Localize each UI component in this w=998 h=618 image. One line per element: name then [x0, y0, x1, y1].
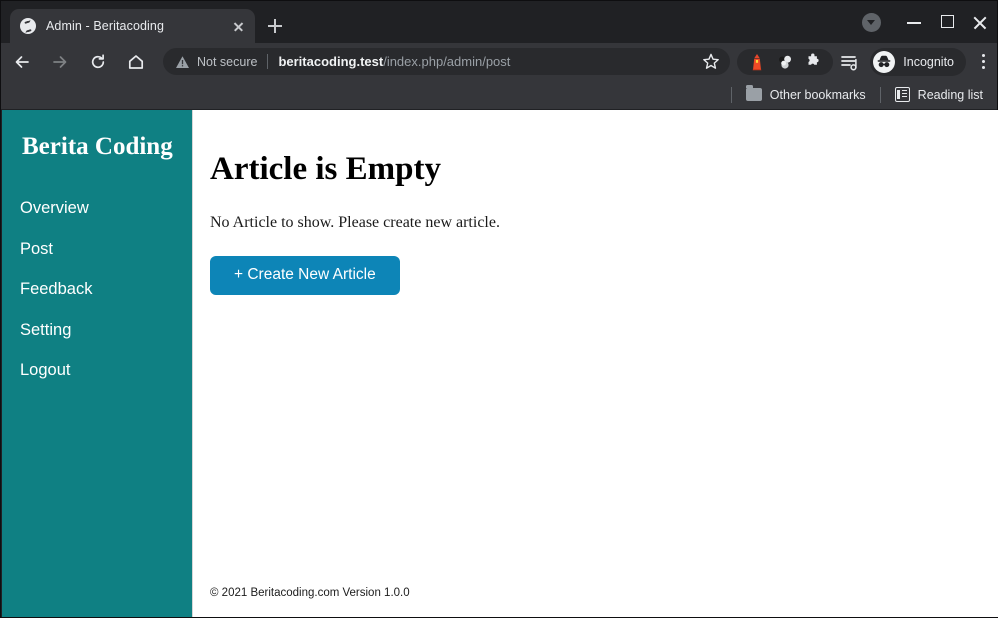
empty-state-message: No Article to show. Please create new ar…	[193, 187, 998, 232]
url-host: beritacoding.test	[278, 54, 383, 69]
url-path: /index.php/admin/post	[383, 54, 510, 69]
tab-title: Admin - Beritacoding	[46, 19, 229, 33]
back-arrow-icon[interactable]	[5, 45, 39, 79]
globe-favicon	[20, 18, 36, 34]
sidebar-item-setting[interactable]: Setting	[2, 310, 192, 351]
home-icon[interactable]	[119, 45, 153, 79]
reading-list-button[interactable]: Reading list	[889, 85, 989, 104]
url-text: beritacoding.test/index.php/admin/post	[278, 54, 698, 69]
main-content: Article is Empty No Article to show. Ple…	[192, 110, 998, 617]
browser-tab[interactable]: Admin - Beritacoding	[10, 9, 255, 43]
reload-icon[interactable]	[81, 45, 115, 79]
browser-toolbar: Not secure beritacoding.test/index.php/a…	[1, 43, 997, 80]
incognito-profile-button[interactable]: Incognito	[870, 48, 966, 76]
incognito-icon	[873, 51, 895, 73]
sidebar-item-overview[interactable]: Overview	[2, 188, 192, 229]
kebab-menu-icon[interactable]	[969, 48, 997, 76]
bookmark-star-icon[interactable]	[698, 49, 724, 75]
new-tab-button[interactable]	[263, 14, 287, 38]
bookmarks-divider-1	[731, 87, 732, 103]
address-bar[interactable]: Not secure beritacoding.test/index.php/a…	[163, 48, 730, 75]
other-bookmarks-button[interactable]: Other bookmarks	[740, 86, 872, 104]
close-window-button[interactable]	[964, 1, 997, 43]
warning-triangle-icon	[175, 55, 190, 69]
site-brand: Berita Coding	[2, 132, 192, 162]
forward-arrow-icon[interactable]	[43, 45, 77, 79]
maximize-button[interactable]	[931, 1, 964, 43]
sidebar-item-feedback[interactable]: Feedback	[2, 269, 192, 310]
sidebar-item-post[interactable]: Post	[2, 229, 192, 270]
security-status-label: Not secure	[197, 55, 257, 69]
tab-strip: Admin - Beritacoding	[1, 1, 997, 43]
caret-down-icon[interactable]	[862, 13, 881, 32]
sidebar: Berita Coding Overview Post Feedback Set…	[2, 110, 192, 617]
close-tab-icon[interactable]	[229, 17, 247, 35]
lighthouse-extension-icon[interactable]	[746, 51, 768, 73]
profile-label: Incognito	[903, 55, 954, 69]
folder-icon	[746, 88, 762, 101]
molecule-extension-icon[interactable]	[774, 51, 796, 73]
omnibox-divider	[267, 54, 268, 69]
extensions-pill	[737, 49, 833, 75]
puzzle-extensions-icon[interactable]	[802, 51, 824, 73]
bookmarks-divider-2	[880, 87, 881, 103]
minimize-button[interactable]	[898, 1, 931, 43]
sidebar-item-logout[interactable]: Logout	[2, 350, 192, 391]
create-new-article-button[interactable]: + Create New Article	[210, 256, 400, 295]
window-controls	[862, 1, 997, 43]
bookmarks-bar: Other bookmarks Reading list	[1, 80, 997, 109]
page-viewport: Berita Coding Overview Post Feedback Set…	[2, 110, 998, 617]
footer-copyright: © 2021 Beritacoding.com Version 1.0.0	[210, 587, 410, 599]
reading-list-label: Reading list	[918, 88, 983, 102]
other-bookmarks-label: Other bookmarks	[770, 88, 866, 102]
reading-list-panel-icon	[895, 87, 910, 102]
page-title: Article is Empty	[193, 110, 998, 187]
reading-list-icon[interactable]	[836, 48, 864, 76]
browser-window: Admin - Beritacoding	[0, 0, 998, 618]
